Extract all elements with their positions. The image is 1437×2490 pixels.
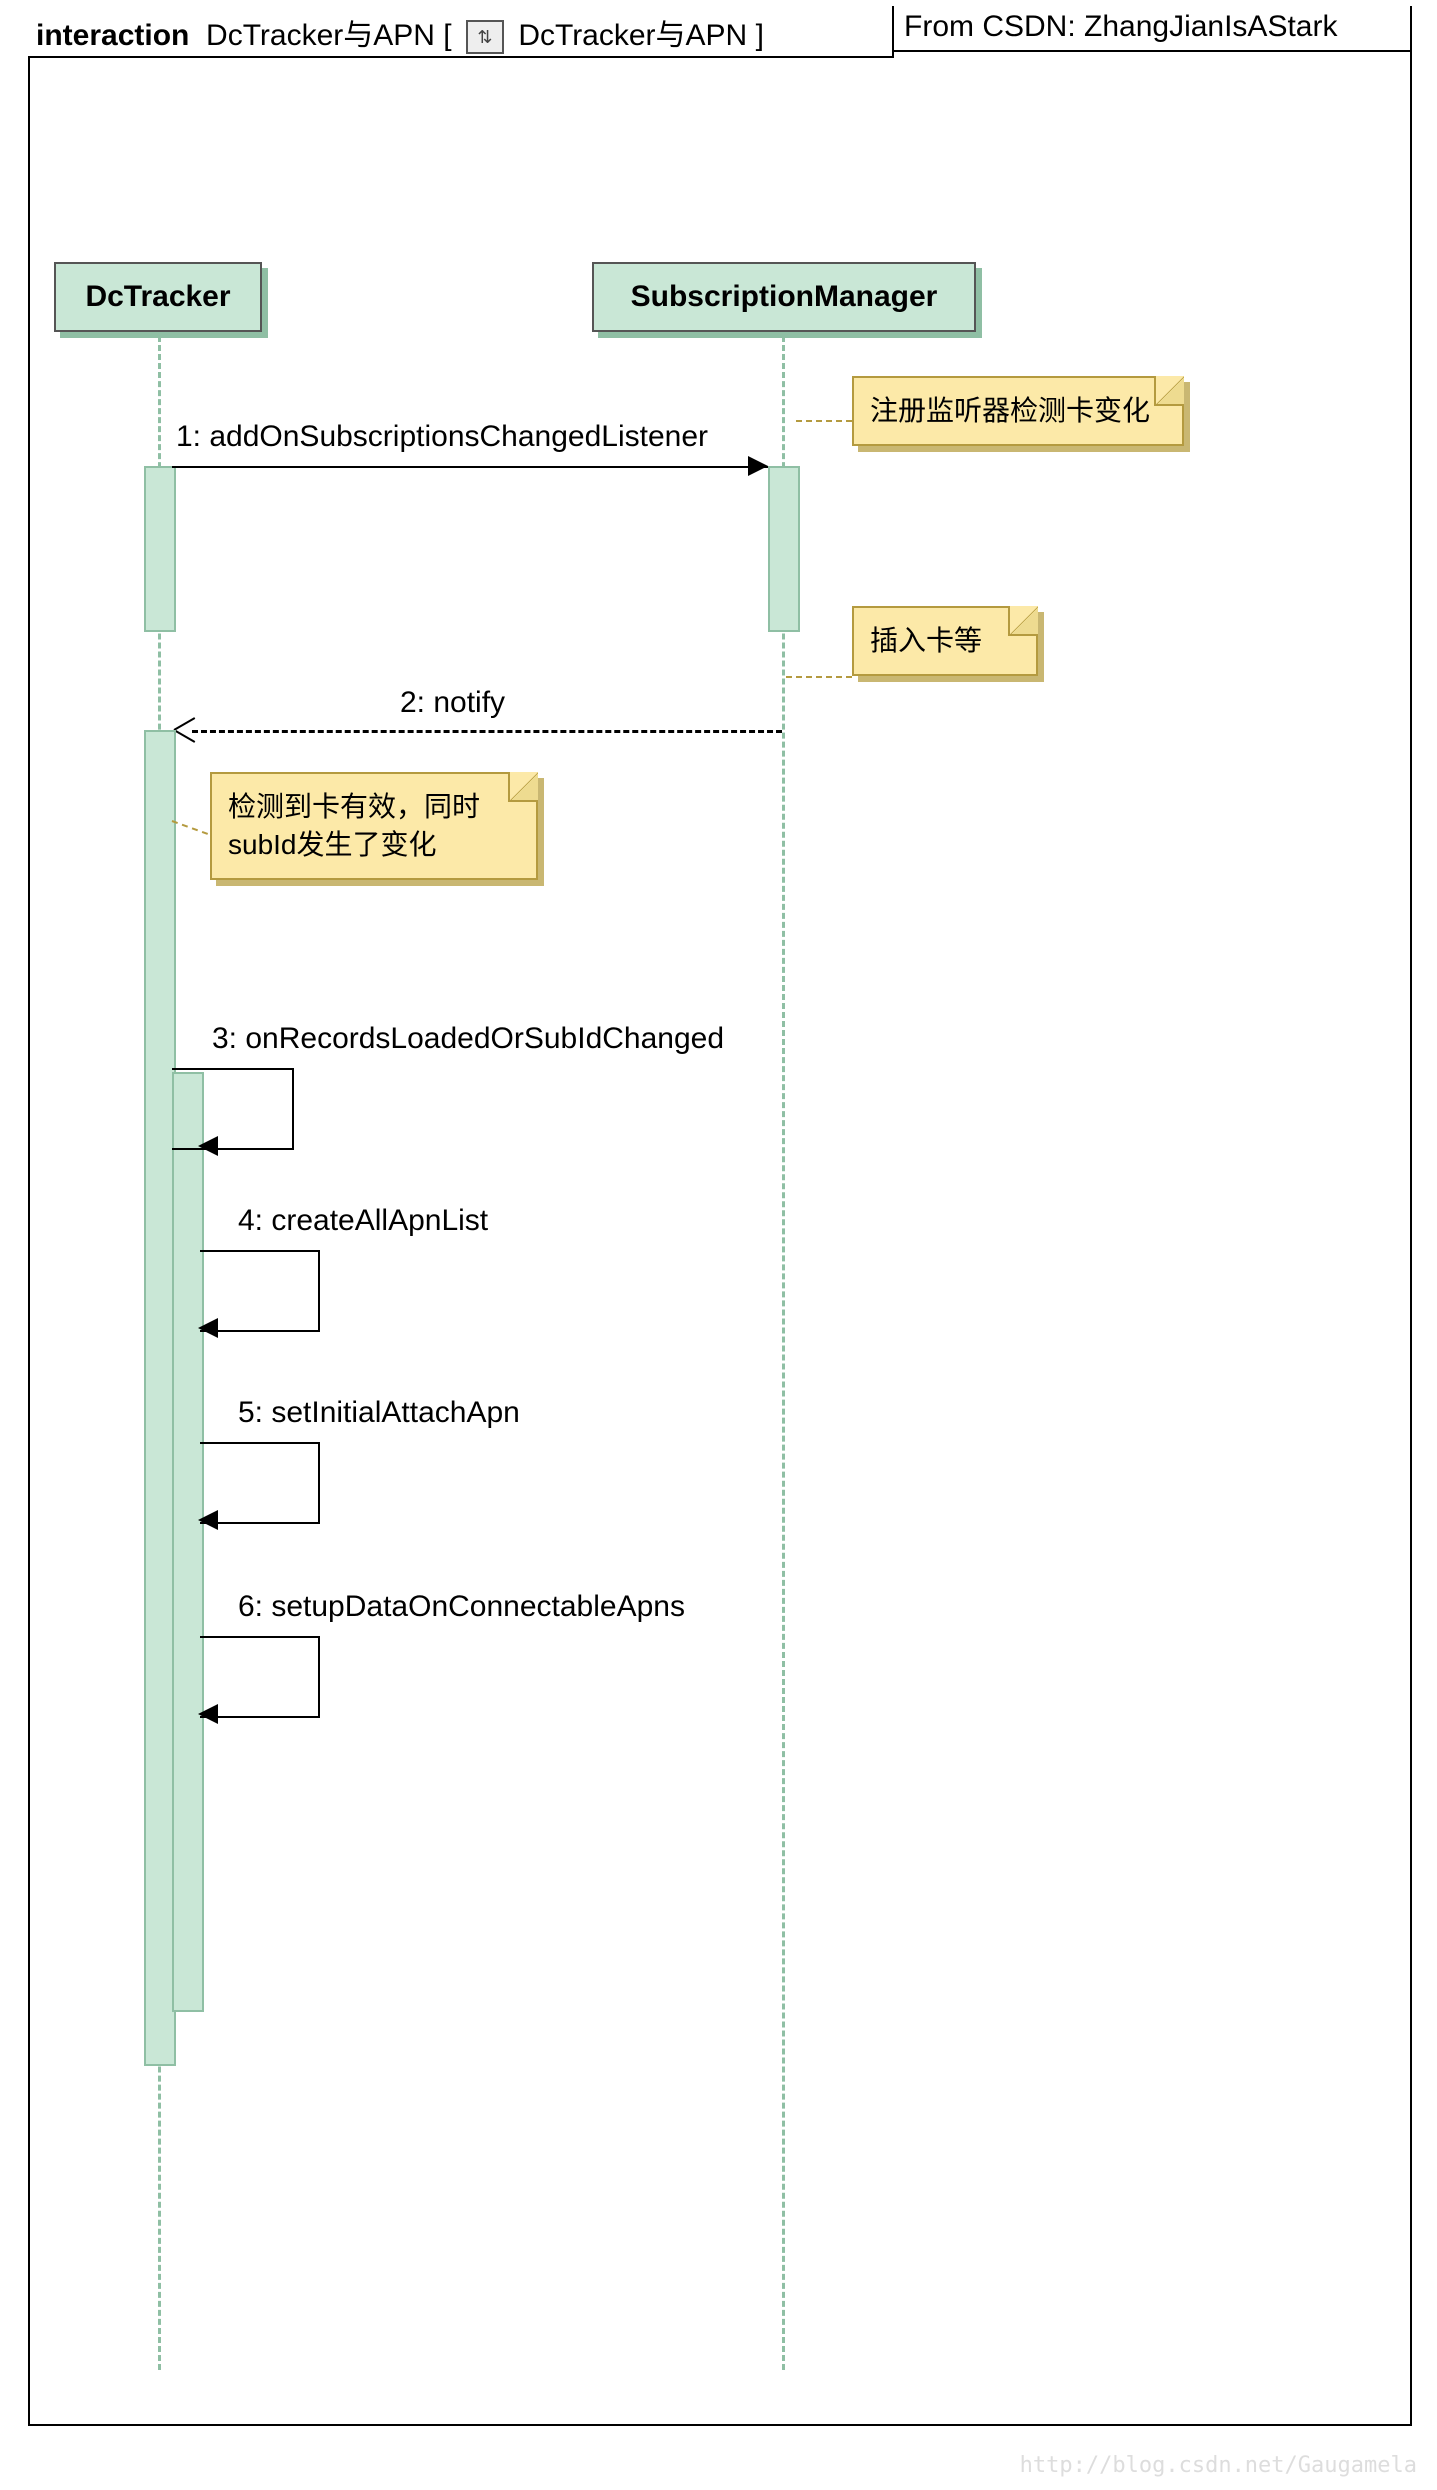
message-5-arrowhead — [198, 1510, 218, 1530]
message-1-arrow — [172, 466, 768, 468]
note-2-connector — [786, 676, 852, 678]
note-fold-icon — [1008, 606, 1038, 636]
frame-reference: From CSDN: ZhangJianIsAStark — [892, 6, 1412, 52]
watermark-text: http://blog.csdn.net/Gaugamela — [1020, 2453, 1417, 2478]
activation-subscriptionmanager-1 — [768, 466, 800, 632]
message-2-arrow — [192, 730, 782, 733]
message-1-label: 1: addOnSubscriptionsChangedListener — [176, 420, 708, 454]
frame-inner-title: DcTracker与APN — [518, 19, 747, 52]
message-6-label: 6: setupDataOnConnectableApns — [238, 1590, 685, 1624]
message-4-bracket — [200, 1250, 320, 1332]
message-6-arrowhead — [198, 1704, 218, 1724]
message-3-label: 3: onRecordsLoadedOrSubIdChanged — [212, 1022, 724, 1056]
note-insert-card-text: 插入卡等 — [870, 625, 982, 656]
frame-title: DcTracker与APN — [206, 19, 435, 52]
diagram-canvas: interaction DcTracker与APN [ ⇅ DcTracker与… — [0, 0, 1437, 2490]
frame-reference-text: From CSDN: ZhangJianIsAStark — [894, 6, 1410, 52]
lifeline-subscriptionmanager-head: SubscriptionManager — [592, 262, 976, 332]
lifeline-subscriptionmanager-label: SubscriptionManager — [631, 280, 938, 313]
note-fold-icon — [508, 772, 538, 802]
note-register-listener: 注册监听器检测卡变化 — [852, 376, 1184, 446]
frame-header: interaction DcTracker与APN [ ⇅ DcTracker与… — [28, 6, 894, 58]
message-4-arrowhead — [198, 1318, 218, 1338]
message-3-bracket — [172, 1068, 294, 1150]
note-register-listener-text: 注册监听器检测卡变化 — [870, 395, 1150, 426]
note-fold-icon — [1154, 376, 1184, 406]
frame-keyword: interaction — [36, 19, 189, 52]
message-5-label: 5: setInitialAttachApn — [238, 1396, 520, 1430]
activation-dctracker-1 — [144, 466, 176, 632]
interaction-icon: ⇅ — [466, 20, 504, 54]
note-insert-card: 插入卡等 — [852, 606, 1038, 676]
interaction-frame — [28, 6, 1412, 2426]
message-2-label: 2: notify — [400, 686, 505, 720]
message-1-arrowhead — [748, 456, 768, 476]
note-1-connector — [796, 420, 852, 422]
lifeline-dctracker-head: DcTracker — [54, 262, 262, 332]
activation-dctracker-nested — [172, 1072, 204, 2012]
message-3-arrowhead — [198, 1136, 218, 1156]
lifeline-subscriptionmanager-line — [782, 336, 785, 2370]
message-6-bracket — [200, 1636, 320, 1718]
note-subid-changed: 检测到卡有效，同时subId发生了变化 — [210, 772, 538, 880]
message-5-bracket — [200, 1442, 320, 1524]
note-subid-changed-text: 检测到卡有效，同时subId发生了变化 — [228, 791, 480, 860]
message-2-arrowhead — [174, 718, 198, 742]
message-4-label: 4: createAllApnList — [238, 1204, 488, 1238]
lifeline-dctracker-label: DcTracker — [85, 280, 230, 313]
